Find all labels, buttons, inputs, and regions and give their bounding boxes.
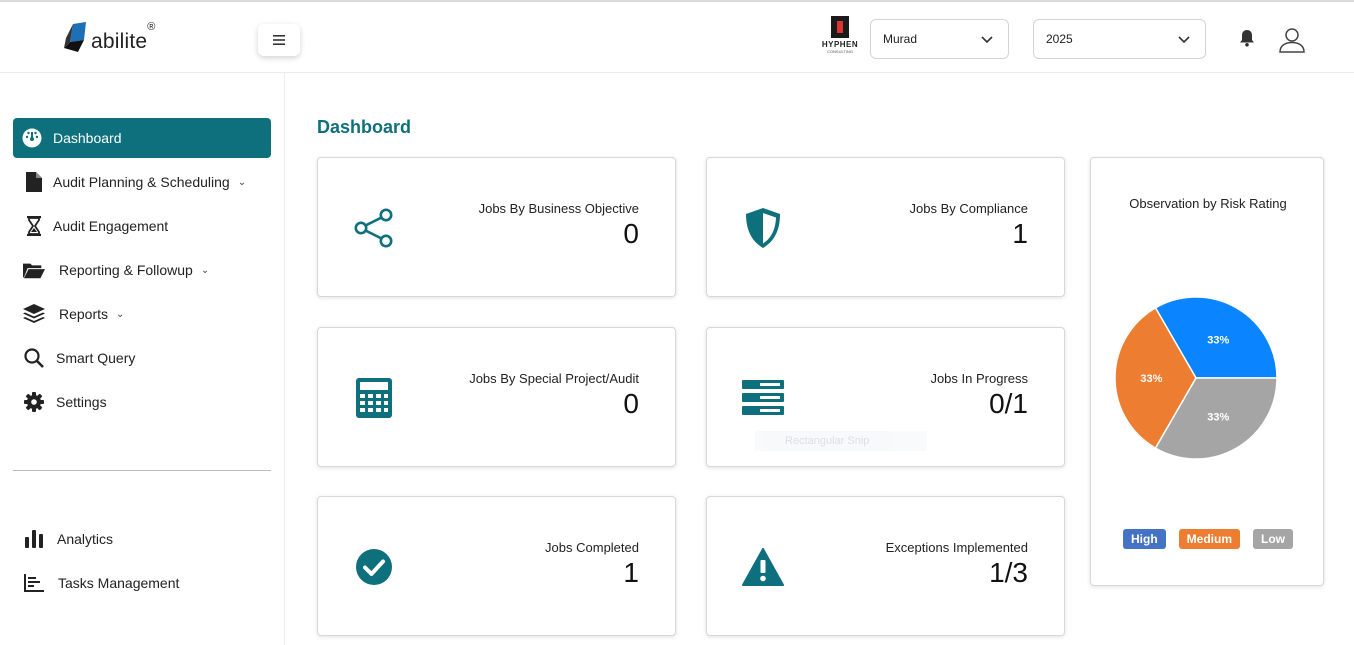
chevron-down-icon: ⌄: [116, 308, 125, 320]
partner-logo-subtext: CONSULTING: [827, 49, 853, 54]
card-label: Exceptions Implemented: [885, 540, 1028, 555]
file-icon: [23, 171, 45, 193]
risk-rating-pie-chart: 33% 33% 33%: [1114, 296, 1278, 460]
legend-item-high[interactable]: High: [1122, 529, 1166, 549]
sidebar-item-reports[interactable]: Reports ⌄: [13, 294, 271, 334]
card-label: Jobs By Compliance: [909, 201, 1029, 216]
sidebar-item-label: Audit Engagement: [53, 218, 169, 234]
partner-logo-mark-icon: [831, 16, 849, 38]
sidebar-item-label: Settings: [56, 394, 107, 410]
card-jobs-by-compliance[interactable]: Jobs By Compliance 1: [706, 157, 1065, 297]
company-select-value: Murad: [883, 32, 918, 46]
partner-logo: HYPHEN CONSULTING: [818, 16, 862, 64]
card-value: 0: [623, 218, 639, 249]
chevron-down-icon: ⌄: [237, 176, 247, 188]
legend-item-low[interactable]: Low: [1253, 529, 1293, 549]
abilite-logo-mark-icon: [64, 22, 86, 52]
card-label: Jobs Completed: [545, 540, 639, 555]
list-chart-icon: [23, 572, 45, 594]
folder-open-icon: [23, 259, 45, 281]
sidebar-item-label: Dashboard: [53, 130, 122, 146]
chevron-down-icon: [1178, 36, 1190, 44]
bar-chart-icon: [23, 528, 45, 550]
year-select-value: 2025: [1046, 32, 1073, 46]
sidebar-item-label: Analytics: [57, 531, 114, 547]
chevron-down-icon: [981, 36, 993, 44]
card-jobs-in-progress[interactable]: Jobs In Progress 0/1 Rectangular Snip: [706, 327, 1065, 467]
sidebar-item-label: Smart Query: [56, 350, 136, 366]
sidebar-item-label: Reporting & Followup: [59, 262, 193, 278]
card-label: Jobs By Business Objective: [478, 201, 639, 216]
card-jobs-completed[interactable]: Jobs Completed 1: [317, 496, 676, 636]
sidebar-item-audit-engagement[interactable]: Audit Engagement: [13, 206, 271, 246]
sidebar-item-dashboard[interactable]: Dashboard: [13, 118, 271, 158]
pie-data-label-medium: 33%: [1140, 373, 1162, 385]
chevron-down-icon: ⌄: [200, 264, 210, 276]
card-value: 1: [1012, 218, 1028, 249]
chart-title: Observation by Risk Rating: [1129, 196, 1287, 211]
hourglass-icon: [23, 215, 45, 237]
card-label: Jobs In Progress: [930, 371, 1028, 386]
logo-text: abilite®: [91, 21, 156, 53]
sidebar: Dashboard Audit Planning & Scheduling ⌄ …: [0, 73, 285, 645]
top-bar: abilite® HYPHEN CONSULTING Murad 2025: [0, 0, 1354, 73]
dashboard-gauge-icon: [21, 127, 43, 149]
server-icon: [741, 376, 785, 420]
pie-data-label-high: 33%: [1207, 334, 1229, 346]
card-exceptions-implemented[interactable]: Exceptions Implemented 1/3: [706, 496, 1065, 636]
calculator-icon: [352, 376, 396, 420]
check-circle-icon: [352, 545, 396, 589]
sidebar-item-reporting[interactable]: Reporting & Followup ⌄: [13, 250, 271, 290]
chart-legend: High Medium Low: [1091, 529, 1325, 549]
share-icon: [352, 206, 396, 250]
sidebar-item-label: Reports: [59, 306, 109, 322]
card-label: Jobs By Special Project/Audit: [469, 371, 639, 386]
search-icon: [23, 347, 45, 369]
partner-logo-text: HYPHEN: [821, 40, 859, 49]
risk-rating-chart-card: Observation by Risk Rating 33% 33% 33% Hig…: [1090, 157, 1324, 586]
gear-icon: [23, 391, 45, 413]
card-value: 1/3: [989, 557, 1028, 588]
sidebar-item-tasks-management[interactable]: Tasks Management: [13, 563, 271, 603]
page-title: Dashboard: [317, 117, 412, 137]
card-value: 0: [623, 388, 639, 419]
sidebar-divider: [13, 470, 271, 471]
pie-data-label-low: 33%: [1207, 412, 1229, 424]
sidebar-item-smart-query[interactable]: Smart Query: [13, 338, 271, 378]
menu-toggle-button[interactable]: [258, 24, 300, 56]
sidebar-item-label: Tasks Management: [58, 575, 180, 591]
user-avatar-icon[interactable]: [1278, 26, 1306, 54]
company-select[interactable]: Murad: [870, 19, 1009, 59]
year-select[interactable]: 2025: [1033, 19, 1206, 59]
card-jobs-by-special-project[interactable]: Jobs By Special Project/Audit 0: [317, 327, 676, 467]
bell-icon[interactable]: [1239, 29, 1255, 47]
layers-icon: [23, 303, 45, 325]
ghost-tooltip: Rectangular Snip: [755, 431, 927, 451]
sidebar-item-audit-planning[interactable]: Audit Planning & Scheduling ⌄: [13, 162, 271, 202]
sidebar-item-analytics[interactable]: Analytics: [13, 519, 271, 559]
shield-icon: [741, 206, 785, 250]
card-value: 1: [623, 557, 639, 588]
warning-icon: [741, 545, 785, 589]
sidebar-item-label: Audit Planning & Scheduling: [53, 174, 230, 190]
legend-item-medium[interactable]: Medium: [1178, 529, 1240, 549]
hamburger-icon: [273, 35, 285, 45]
card-jobs-by-business-objective[interactable]: Jobs By Business Objective 0: [317, 157, 676, 297]
card-value: 0/1: [989, 388, 1028, 419]
sidebar-item-settings[interactable]: Settings: [13, 382, 271, 422]
abilite-logo[interactable]: abilite®: [64, 21, 156, 54]
